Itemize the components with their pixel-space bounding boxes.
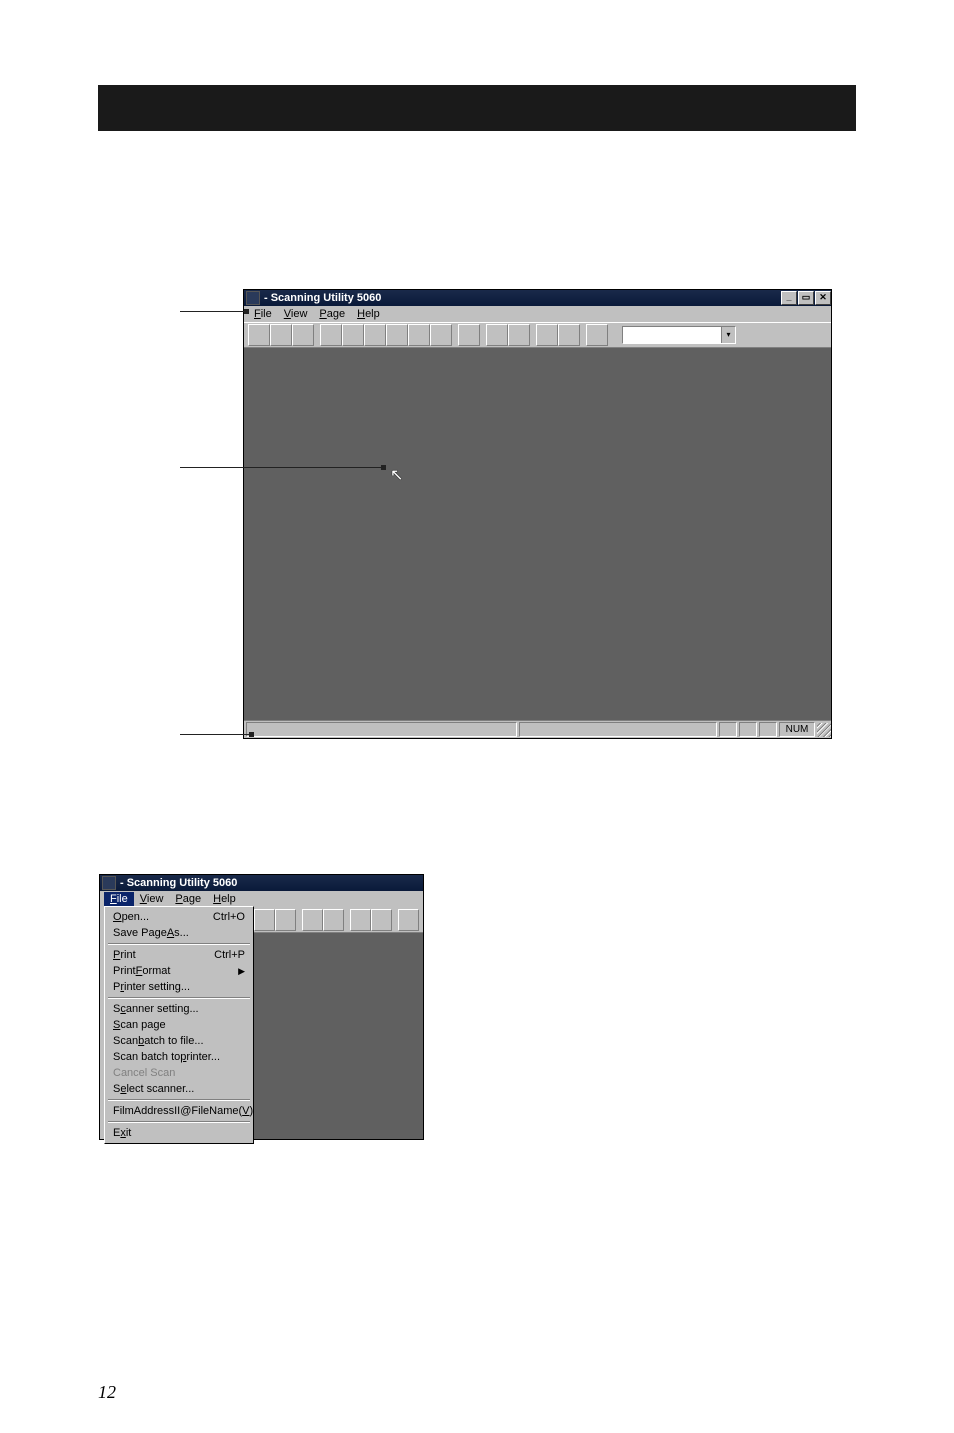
next-page-icon[interactable]	[371, 909, 392, 931]
zoom-in-icon[interactable]	[364, 324, 386, 346]
printer-setup-icon[interactable]	[323, 909, 344, 931]
zoom-combo[interactable]: ▾	[622, 326, 736, 344]
menu-help[interactable]: Help	[207, 892, 242, 906]
fit-window-icon[interactable]	[342, 324, 364, 346]
menu-item-cancel-scan: Cancel Scan	[107, 1065, 251, 1081]
fit-width-icon[interactable]	[320, 324, 342, 346]
maximize-button[interactable]: ▭	[798, 291, 814, 305]
status-pane-5	[759, 722, 777, 737]
status-numlock: NUM	[779, 722, 815, 737]
menu-item-scan-page[interactable]: Scan page	[107, 1017, 251, 1033]
toolbar: ▾	[244, 322, 831, 348]
about-icon[interactable]	[586, 324, 608, 346]
menu-item-save-page-as[interactable]: Save Page As...	[107, 925, 251, 941]
menu-help[interactable]: Help	[351, 307, 386, 321]
mouse-cursor: ↖	[390, 465, 406, 485]
menu-item-print[interactable]: PrintCtrl+P	[107, 947, 251, 963]
callout-line	[180, 467, 385, 468]
status-pane-2	[519, 722, 717, 737]
menu-view[interactable]: View	[134, 892, 170, 906]
zoom-tool-icon[interactable]	[254, 909, 275, 931]
menu-file[interactable]: File	[104, 892, 134, 906]
menu-item-select-scanner[interactable]: Select scanner...	[107, 1081, 251, 1097]
printer-setup-icon[interactable]	[508, 324, 530, 346]
window-title: - Scanning Utility 5060	[264, 292, 381, 304]
title-bar[interactable]: - Scanning Utility 5060	[100, 875, 423, 891]
actual-size-icon[interactable]	[430, 324, 452, 346]
status-bar: NUM	[244, 720, 831, 738]
file-menu-dropdown: Open...Ctrl+OSave Page As...PrintCtrl+PP…	[104, 906, 254, 1144]
rotate-icon[interactable]	[458, 324, 480, 346]
app-icon	[246, 291, 260, 305]
status-pane-4	[739, 722, 757, 737]
prev-page-icon[interactable]	[536, 324, 558, 346]
app-window: - Scanning Utility 5060 _ ▭ ✕ FileViewPa…	[243, 289, 832, 739]
menu-page[interactable]: Page	[169, 892, 207, 906]
menu-item-printer-setting[interactable]: Printer setting...	[107, 979, 251, 995]
menu-bar: FileViewPageHelp	[100, 891, 423, 907]
print-icon[interactable]	[486, 324, 508, 346]
open-icon[interactable]	[248, 324, 270, 346]
menu-bar: FileViewPageHelp	[244, 306, 831, 322]
menu-item-scan-batch-to-printer[interactable]: Scan batch to printer...	[107, 1049, 251, 1065]
scan-icon[interactable]	[292, 324, 314, 346]
prev-page-icon[interactable]	[350, 909, 371, 931]
about-icon[interactable]	[398, 909, 419, 931]
menu-page[interactable]: Page	[313, 307, 351, 321]
callout-line	[180, 734, 253, 735]
status-pane-3	[719, 722, 737, 737]
zoom-out-icon[interactable]	[386, 324, 408, 346]
zoom-tool-icon[interactable]	[408, 324, 430, 346]
save-icon[interactable]	[270, 324, 292, 346]
toolbar	[250, 907, 423, 933]
menu-item-scanner-setting[interactable]: Scanner setting...	[107, 1001, 251, 1017]
document-area	[250, 933, 423, 1139]
menu-view[interactable]: View	[278, 307, 314, 321]
menu-item-exit[interactable]: Exit	[107, 1125, 251, 1141]
title-bar[interactable]: - Scanning Utility 5060 _ ▭ ✕	[244, 290, 831, 306]
actual-size-icon[interactable]	[275, 909, 296, 931]
next-page-icon[interactable]	[558, 324, 580, 346]
window-title: - Scanning Utility 5060	[120, 877, 237, 889]
app-window-menu-open: - Scanning Utility 5060 FileViewPageHelp…	[99, 874, 424, 1140]
menu-item-print-format[interactable]: Print Format▶	[107, 963, 251, 979]
chevron-down-icon[interactable]: ▾	[721, 327, 735, 343]
menu-item-filmaddressii-filename-v[interactable]: FilmAddressII@FileName(V)	[107, 1103, 251, 1119]
app-icon	[102, 876, 116, 890]
menu-item-open[interactable]: Open...Ctrl+O	[107, 909, 251, 925]
resize-grip[interactable]	[817, 723, 831, 737]
page-number: 12	[98, 1382, 116, 1403]
print-icon[interactable]	[302, 909, 323, 931]
menu-file[interactable]: File	[248, 307, 278, 321]
status-pane-message	[246, 722, 517, 737]
callout-line	[180, 311, 248, 312]
minimize-button[interactable]: _	[781, 291, 797, 305]
menu-item-scan-batch-to-file[interactable]: Scan batch to file...	[107, 1033, 251, 1049]
document-area: ↖	[244, 348, 831, 720]
close-button[interactable]: ✕	[815, 291, 831, 305]
